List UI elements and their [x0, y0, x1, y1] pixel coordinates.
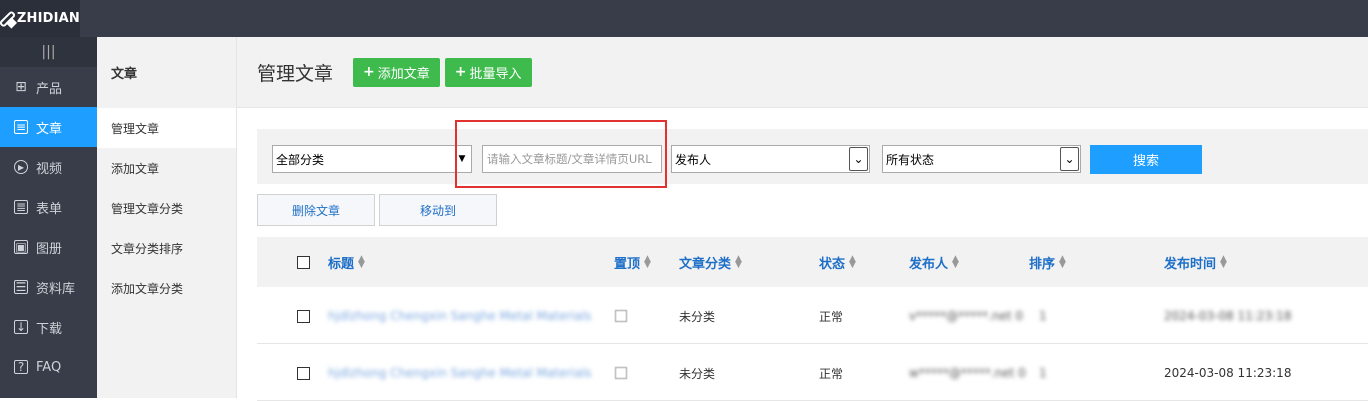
download-icon: ↓ [14, 320, 28, 334]
rail-item-faq[interactable]: ? FAQ [0, 347, 97, 387]
submenu-item-manage-articles[interactable]: 管理文章 [97, 108, 236, 148]
rail-toggle-button[interactable]: ||| [0, 37, 97, 67]
row-title-link[interactable]: hjdlzhong Chengxin Sanghe Metal Material… [328, 345, 592, 401]
rail-item-label: 产品 [36, 81, 63, 97]
sort-icon: ▲ ▼ [358, 254, 365, 270]
move-to-button[interactable]: 移动到 [379, 194, 497, 226]
table-header: 标题 ▲ ▼ 置顶 ▲ ▼ 文章分类 ▲ ▼ 状态 ▲ ▼ 发布人 ▲ ▼ 排序 ▲ ▼ 发… [257, 237, 1368, 287]
row-publish-time: 2024-03-08 11:23:18 [1164, 309, 1292, 323]
row-checkbox[interactable] [297, 288, 310, 344]
rail-item-albums[interactable]: ▣ 图册 [0, 227, 97, 267]
publisher-select-value: 发布人 [675, 152, 712, 167]
logo[interactable]: ZHIDIAN [0, 0, 80, 37]
plus-icon: + [454, 64, 467, 80]
row-status: 正常 [819, 366, 844, 381]
pin-checkbox[interactable] [615, 288, 627, 344]
submenu-item-add-article[interactable]: 添加文章 [97, 148, 236, 188]
database-icon: ☰ [14, 280, 28, 294]
sort-icon: ▲ ▼ [735, 254, 742, 270]
play-icon: ▸ [14, 160, 28, 174]
filter-bar: 全部分类 ▼ 发布人 ⌄ 所有状态 ⌄ 搜索 [257, 129, 1368, 184]
rail-item-label: 文章 [36, 121, 63, 137]
page-header: 管理文章 + 添加文章 + 批量导入 [237, 37, 1368, 108]
sort-icon: ▲ ▼ [952, 254, 959, 270]
sort-icon: ▲ ▼ [644, 254, 651, 270]
top-bar: ZHIDIAN [0, 0, 1368, 37]
search-button[interactable]: 搜索 [1090, 145, 1202, 174]
submenu-title: 文章 [111, 67, 138, 82]
plus-icon: + [363, 64, 375, 80]
row-publisher: w*****@*****.net 0 [909, 366, 1026, 380]
row-order[interactable]: 1 [1039, 345, 1047, 401]
delete-article-button[interactable]: 删除文章 [257, 194, 375, 226]
rail-item-label: FAQ [36, 359, 62, 375]
submenu-item-sort-categories[interactable]: 文章分类排序 [97, 228, 236, 268]
category-select[interactable]: 全部分类 ▼ [272, 145, 472, 173]
rail-item-articles[interactable]: ≡ 文章 [0, 107, 97, 147]
sort-icon: ▲ ▼ [1059, 254, 1066, 270]
rail-item-downloads[interactable]: ↓ 下载 [0, 307, 97, 347]
album-icon: ▣ [14, 240, 28, 254]
rail-item-videos[interactable]: ▸ 视频 [0, 147, 97, 187]
batch-import-button[interactable]: + 批量导入 [444, 57, 532, 87]
rail-item-label: 视频 [36, 161, 63, 177]
rail-item-label: 下载 [36, 321, 63, 337]
document-icon: ≡ [14, 120, 28, 134]
chevron-down-icon: ⌄ [1060, 147, 1079, 171]
highlight-box [455, 120, 667, 188]
left-rail: ||| ⊞ 产品 ≡ 文章 ▸ 视频 ≣ 表单 ▣ 图册 ☰ 资料库 ↓ 下载 … [0, 37, 97, 398]
main-content: 管理文章 + 添加文章 + 批量导入 全部分类 ▼ 发布人 ⌄ 所有状态 ⌄ 搜… [237, 37, 1368, 401]
row-order[interactable]: 1 [1039, 288, 1047, 344]
category-select-value: 全部分类 [276, 152, 325, 167]
column-publisher[interactable]: 发布人 ▲ ▼ [909, 237, 959, 287]
add-article-button[interactable]: + 添加文章 [353, 57, 440, 87]
submenu-item-manage-categories[interactable]: 管理文章分类 [97, 188, 236, 228]
column-pinned[interactable]: 置顶 ▲ ▼ [614, 237, 651, 287]
row-title-link[interactable]: hjdlzhong Chengxin Sanghe Metal Material… [328, 288, 592, 344]
column-category[interactable]: 文章分类 ▲ ▼ [679, 237, 742, 287]
rail-item-library[interactable]: ☰ 资料库 [0, 267, 97, 307]
logo-icon [0, 9, 17, 28]
sort-icon: ▲ ▼ [849, 254, 856, 270]
publisher-select[interactable]: 发布人 ⌄ [671, 145, 870, 173]
status-select[interactable]: 所有状态 ⌄ [882, 145, 1081, 173]
page-title: 管理文章 [257, 62, 334, 85]
column-title[interactable]: 标题 ▲ ▼ [328, 237, 365, 287]
column-order[interactable]: 排序 ▲ ▼ [1029, 237, 1066, 287]
row-publish-time: 2024-03-08 11:23:18 [1164, 366, 1292, 380]
submenu-item-add-category[interactable]: 添加文章分类 [97, 268, 236, 308]
pin-checkbox[interactable] [615, 345, 627, 401]
chevron-down-icon: ⌄ [849, 147, 868, 171]
table-row: hjdlzhong Chengxin Sanghe Metal Material… [257, 288, 1368, 344]
add-article-label: 添加文章 [377, 66, 430, 82]
sort-icon: ▲ ▼ [1220, 254, 1227, 270]
help-icon: ? [14, 360, 28, 374]
status-select-value: 所有状态 [886, 152, 935, 167]
submenu: 文章 管理文章 添加文章 管理文章分类 文章分类排序 添加文章分类 [97, 37, 237, 398]
select-all-checkbox[interactable] [297, 237, 310, 287]
row-category: 未分类 [679, 366, 716, 381]
column-status[interactable]: 状态 ▲ ▼ [819, 237, 856, 287]
form-icon: ≣ [14, 200, 28, 214]
table-row: hjdlzhong Chengxin Sanghe Metal Material… [257, 345, 1368, 401]
column-publish-time[interactable]: 发布时间 ▲ ▼ [1164, 237, 1227, 287]
row-status: 正常 [819, 309, 844, 324]
rail-item-label: 表单 [36, 201, 63, 217]
row-checkbox[interactable] [297, 345, 310, 401]
row-publisher: v*****@*****.net 0 [909, 309, 1024, 323]
batch-import-label: 批量导入 [469, 66, 522, 82]
rail-item-label: 图册 [36, 241, 63, 257]
rail-item-products[interactable]: ⊞ 产品 [0, 67, 97, 107]
rail-item-forms[interactable]: ≣ 表单 [0, 187, 97, 227]
row-category: 未分类 [679, 309, 716, 324]
logo-text: ZHIDIAN [16, 11, 80, 26]
grid-icon: ⊞ [15, 79, 27, 95]
rail-item-label: 资料库 [36, 281, 76, 297]
